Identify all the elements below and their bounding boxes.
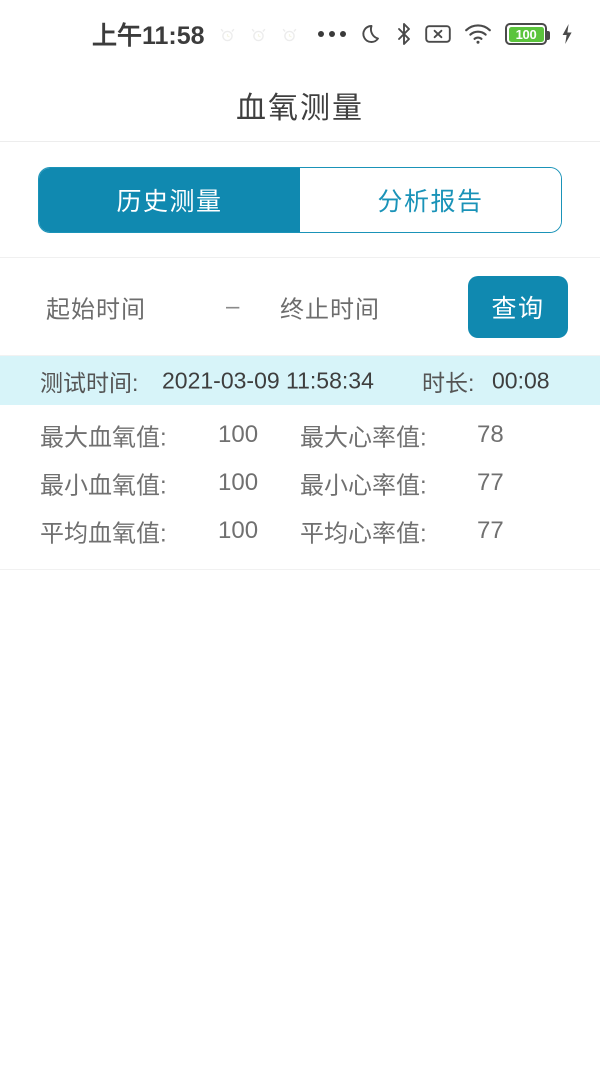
page-title: 血氧测量 xyxy=(236,91,364,125)
more-dots-icon xyxy=(317,31,346,37)
max-spo2-value: 100 xyxy=(218,421,259,448)
duration-value: 00:08 xyxy=(492,367,550,393)
alarm-faint-icon xyxy=(282,28,296,42)
max-heart-rate-value: 78 xyxy=(477,421,504,448)
max-spo2-label: 最大血氧值: xyxy=(40,424,167,452)
no-sim-icon xyxy=(425,25,451,43)
avg-heart-rate-label: 平均心率值: xyxy=(300,520,427,548)
wifi-icon xyxy=(465,24,491,44)
tab-analysis-report[interactable]: 分析报告 xyxy=(300,167,561,232)
bluetooth-icon xyxy=(398,23,410,45)
battery-icon: 100 xyxy=(505,23,550,45)
min-spo2-value: 100 xyxy=(218,469,259,496)
start-time-field[interactable]: 起始时间 xyxy=(46,289,146,324)
record-header-row: 测试时间: 2021-03-09 11:58:34 时长: 00:08 xyxy=(0,356,600,405)
tab-bar: 历史测量 分析报告 xyxy=(0,142,600,258)
measurement-record-card[interactable]: 测试时间: 2021-03-09 11:58:34 时长: 00:08 最大血氧… xyxy=(0,356,600,570)
moon-dnd-icon xyxy=(362,25,379,43)
record-stats: 最大血氧值: 100 最大心率值: 78 最小血氧值: 100 最小心率值: 7… xyxy=(0,405,600,569)
app-screen: 上午11:58 100 血氧测量 历史测量 分析报告 起始时间 – 终止时间 查… xyxy=(0,0,600,1067)
date-filter-bar: 起始时间 – 终止时间 查询 xyxy=(0,258,600,356)
table-row: 平均血氧值: 100 平均心率值: 77 xyxy=(0,507,600,555)
avg-spo2-label: 平均血氧值: xyxy=(40,520,167,548)
test-time-label: 测试时间: xyxy=(40,369,139,396)
min-spo2-label: 最小血氧值: xyxy=(40,472,167,500)
tab-history-measurement[interactable]: 历史测量 xyxy=(39,167,300,232)
avg-heart-rate-value: 77 xyxy=(477,517,504,544)
test-time-value: 2021-03-09 11:58:34 xyxy=(162,367,374,393)
query-button[interactable]: 查询 xyxy=(468,275,568,338)
status-bar: 上午11:58 100 xyxy=(0,0,600,68)
duration-label: 时长: xyxy=(422,369,475,396)
alarm-faint-icon xyxy=(251,28,265,42)
battery-level-label: 100 xyxy=(515,26,537,42)
table-row: 最小血氧值: 100 最小心率值: 77 xyxy=(0,459,600,507)
table-row: 最大血氧值: 100 最大心率值: 78 xyxy=(0,411,600,459)
max-heart-rate-label: 最大心率值: xyxy=(300,424,427,452)
status-bar-left: 上午11:58 xyxy=(92,0,346,68)
date-range-separator: – xyxy=(226,292,240,320)
alarm-faint-icon xyxy=(220,28,234,42)
segmented-control: 历史测量 分析报告 xyxy=(38,166,562,233)
status-bar-right: 100 xyxy=(361,0,574,68)
min-heart-rate-value: 77 xyxy=(477,469,504,496)
app-header: 血氧测量 xyxy=(0,68,600,142)
status-bar-clock: 上午11:58 xyxy=(92,22,205,50)
charging-bolt-icon xyxy=(562,24,572,44)
min-heart-rate-label: 最小心率值: xyxy=(300,472,427,500)
avg-spo2-value: 100 xyxy=(218,517,259,544)
end-time-field[interactable]: 终止时间 xyxy=(280,289,380,324)
